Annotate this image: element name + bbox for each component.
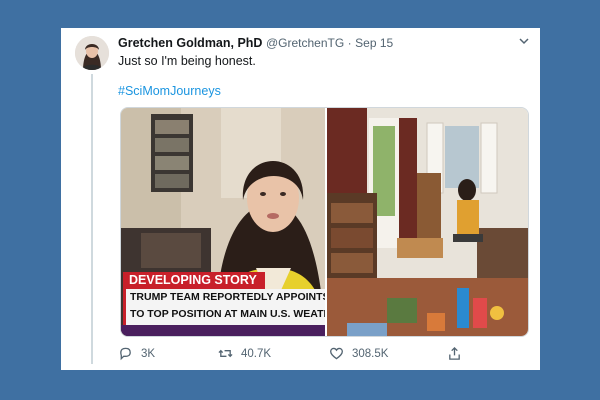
tweet-date[interactable]: Sep 15: [355, 36, 393, 50]
author-name[interactable]: Gretchen Goldman, PhD: [118, 36, 262, 50]
tweet-header: Gretchen Goldman, PhD @GretchenTG · Sep …: [118, 36, 530, 52]
chyron-line-1: TRUMP TEAM REPORTEDLY APPOINTS C: [130, 291, 325, 303]
avatar-image: [75, 36, 109, 70]
avatar[interactable]: [75, 36, 109, 70]
living-room-image: [327, 108, 528, 336]
thread-line: [91, 74, 93, 364]
share-button[interactable]: [447, 346, 462, 361]
reply-button[interactable]: 3K: [118, 346, 155, 361]
author-handle[interactable]: @GretchenTG: [266, 36, 344, 50]
tweet-card: Gretchen Goldman, PhD @GretchenTG · Sep …: [61, 28, 540, 370]
retweet-count: 40.7K: [241, 347, 272, 360]
tweet-text: Just so I'm being honest.: [118, 54, 256, 68]
chevron-down-icon[interactable]: [518, 36, 530, 46]
like-icon: [330, 347, 343, 360]
tweet-actions: 3K 40.7K 308.5K: [118, 346, 478, 362]
like-count: 308.5K: [352, 347, 389, 360]
retweet-icon: [218, 349, 233, 358]
retweet-button[interactable]: 40.7K: [218, 346, 271, 361]
like-button[interactable]: 308.5K: [329, 346, 388, 361]
separator-dot: ·: [347, 36, 352, 50]
hashtag-link[interactable]: #SciMomJourneys: [118, 84, 221, 98]
chyron-banner: DEVELOPING STORY: [123, 272, 265, 289]
reply-count: 3K: [141, 347, 156, 360]
chyron-headline: TRUMP TEAM REPORTEDLY APPOINTS C TO TOP …: [123, 289, 325, 325]
share-icon: [449, 346, 460, 360]
reply-icon: [120, 347, 131, 361]
chyron-line-2: TO TOP POSITION AT MAIN U.S. WEATH: [130, 308, 325, 320]
tweet-media[interactable]: DEVELOPING STORY TRUMP TEAM REPORTEDLY A…: [120, 107, 529, 337]
chyron-footer-bar: [121, 325, 325, 336]
